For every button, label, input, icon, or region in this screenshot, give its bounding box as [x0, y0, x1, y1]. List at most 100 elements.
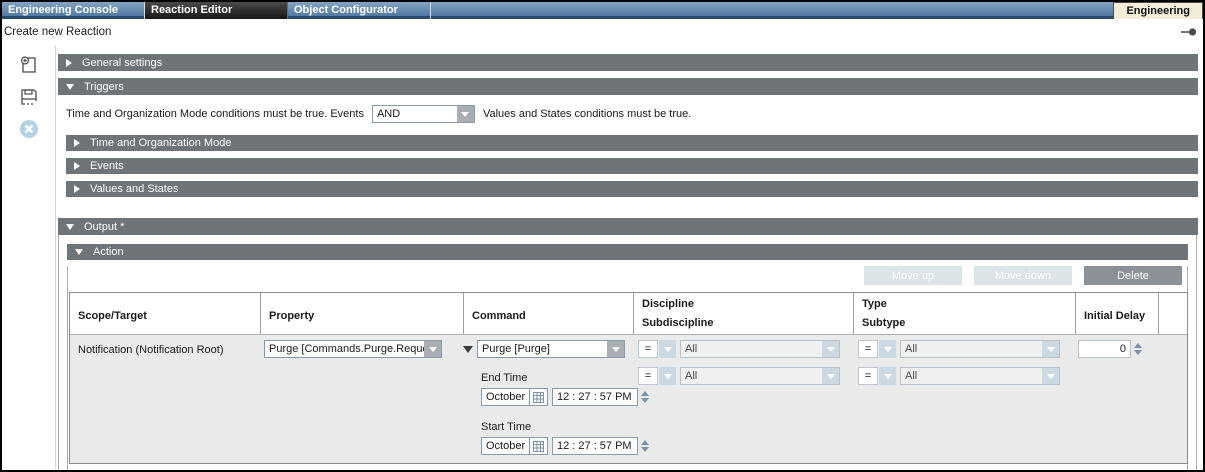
column-scope-target: Scope/Target — [70, 293, 260, 334]
section-general-settings-label: General settings — [82, 57, 162, 69]
end-time-label: End Time — [481, 372, 633, 384]
command-value: Purge [Purge] — [478, 341, 607, 357]
pin-icon[interactable] — [1181, 27, 1197, 37]
type-value: All — [901, 341, 1042, 357]
subdiscipline-dropdown[interactable]: All — [680, 367, 840, 385]
reaction-editor-window: Engineering Console Reaction Editor Obje… — [0, 0, 1205, 472]
dropdown-arrow-icon[interactable] — [1042, 368, 1059, 384]
calendar-icon[interactable] — [529, 389, 547, 405]
subtype-dropdown[interactable]: All — [900, 367, 1060, 385]
discipline-dropdown[interactable]: All — [680, 340, 840, 358]
command-expander-icon[interactable] — [463, 346, 473, 353]
body: General settings Triggers Time and Organ… — [2, 45, 1203, 470]
action-body: Move up Move down Delete Scope/Target Pr… — [67, 266, 1188, 470]
column-extra — [1158, 293, 1185, 334]
table-row: Notification (Notification Root) Purge [… — [70, 335, 1187, 463]
end-date-value: October — [482, 389, 529, 405]
chevron-right-icon — [74, 185, 80, 193]
start-time-value: 12 : 27 : 57 PM — [553, 438, 637, 454]
discipline-operator[interactable]: = — [638, 340, 658, 358]
subdiscipline-filter: = All — [638, 367, 853, 385]
type-dropdown[interactable]: All — [900, 340, 1060, 358]
property-dropdown[interactable]: Purge [Commands.Purge.Reque — [264, 340, 442, 358]
section-action-label: Action — [93, 246, 124, 258]
dropdown-arrow-icon[interactable] — [457, 106, 474, 122]
tab-engineering-console[interactable]: Engineering Console — [2, 2, 145, 19]
dropdown-arrow-icon[interactable] — [822, 368, 839, 384]
section-events[interactable]: Events — [66, 158, 1198, 174]
tab-engineering[interactable]: Engineering — [1113, 2, 1203, 19]
column-type-subtype: Type Subtype — [853, 293, 1075, 334]
dropdown-arrow-icon[interactable] — [879, 340, 896, 358]
output-body: Action Move up Move down Delete Scope/Ta… — [58, 235, 1197, 470]
type-cell: = All = — [853, 335, 1075, 463]
new-reaction-icon[interactable] — [18, 54, 40, 76]
section-values-states[interactable]: Values and States — [66, 181, 1198, 197]
start-date-value: October — [482, 438, 529, 454]
section-action[interactable]: Action — [67, 244, 1188, 260]
triggers-condition-row: Time and Organization Mode conditions mu… — [58, 95, 1198, 133]
move-down-button[interactable]: Move down — [974, 266, 1072, 285]
initial-delay-input[interactable]: 0 — [1078, 340, 1131, 358]
scope-target-value: Notification (Notification Root) — [70, 340, 260, 356]
chevron-right-icon — [74, 139, 80, 147]
condition-text-right: Values and States conditions must be tru… — [483, 108, 691, 120]
tab-bar-spacer — [431, 2, 1113, 19]
type-operator[interactable]: = — [858, 340, 878, 358]
section-output[interactable]: Output * — [58, 218, 1198, 235]
chevron-right-icon — [74, 162, 80, 170]
command-dropdown[interactable]: Purge [Purge] — [477, 340, 625, 358]
dropdown-arrow-icon[interactable] — [1042, 341, 1059, 357]
dropdown-arrow-icon[interactable] — [659, 340, 676, 358]
start-time-label: Start Time — [481, 421, 633, 433]
page-title: Create new Reaction — [4, 26, 111, 38]
tab-bar: Engineering Console Reaction Editor Obje… — [2, 2, 1203, 19]
section-triggers-label: Triggers — [84, 81, 124, 93]
delete-button[interactable]: Delete — [1084, 266, 1182, 285]
dropdown-arrow-icon[interactable] — [607, 341, 624, 357]
property-value: Purge [Commands.Purge.Reque — [265, 341, 424, 357]
end-time-input[interactable]: 12 : 27 : 57 PM — [552, 388, 638, 406]
initial-delay-spinner[interactable] — [1134, 343, 1142, 355]
subtype-filter: = All — [858, 367, 1075, 385]
calendar-icon[interactable] — [529, 438, 547, 454]
tab-object-configurator[interactable]: Object Configurator — [288, 2, 431, 19]
subtype-operator[interactable]: = — [858, 367, 878, 385]
save-icon[interactable] — [18, 86, 40, 108]
column-discipline-subdiscipline: Discipline Subdiscipline — [633, 293, 853, 334]
section-time-organization-mode[interactable]: Time and Organization Mode — [66, 135, 1198, 151]
dropdown-arrow-icon[interactable] — [424, 341, 441, 357]
subtype-value: All — [901, 368, 1042, 384]
dropdown-arrow-icon[interactable] — [822, 341, 839, 357]
discipline-filter: = All — [638, 340, 853, 358]
table-header: Scope/Target Property Command Discipline… — [70, 293, 1187, 335]
extra-cell — [1158, 335, 1185, 463]
dropdown-arrow-icon[interactable] — [879, 367, 896, 385]
end-date-input[interactable]: October — [481, 388, 548, 406]
cancel-icon[interactable] — [18, 118, 40, 140]
dropdown-arrow-icon[interactable] — [659, 367, 676, 385]
column-initial-delay: Initial Delay — [1075, 293, 1158, 334]
end-time-value: 12 : 27 : 57 PM — [553, 389, 637, 405]
discipline-cell: = All = — [633, 335, 853, 463]
section-general-settings[interactable]: General settings — [58, 54, 1198, 71]
move-up-button[interactable]: Move up — [864, 266, 962, 285]
toolbar-rail — [2, 45, 56, 470]
end-time-picker: October — [481, 388, 633, 406]
start-time-picker: October — [481, 437, 633, 455]
start-time-input[interactable]: 12 : 27 : 57 PM — [552, 437, 638, 455]
subdiscipline-operator[interactable]: = — [638, 367, 658, 385]
chevron-down-icon — [66, 84, 74, 90]
property-cell: Purge [Commands.Purge.Reque — [260, 335, 463, 463]
initial-delay-cell: 0 — [1075, 335, 1158, 463]
start-date-input[interactable]: October — [481, 437, 548, 455]
column-command: Command — [463, 293, 633, 334]
command-cell: Purge [Purge] End Time October — [463, 335, 633, 463]
tab-reaction-editor[interactable]: Reaction Editor — [145, 2, 288, 19]
section-triggers[interactable]: Triggers — [58, 78, 1198, 95]
section-values-states-label: Values and States — [90, 183, 178, 195]
events-operator-dropdown[interactable]: AND — [372, 105, 475, 123]
chevron-down-icon — [75, 249, 83, 255]
discipline-value: All — [681, 341, 822, 357]
main-content: General settings Triggers Time and Organ… — [56, 45, 1203, 470]
